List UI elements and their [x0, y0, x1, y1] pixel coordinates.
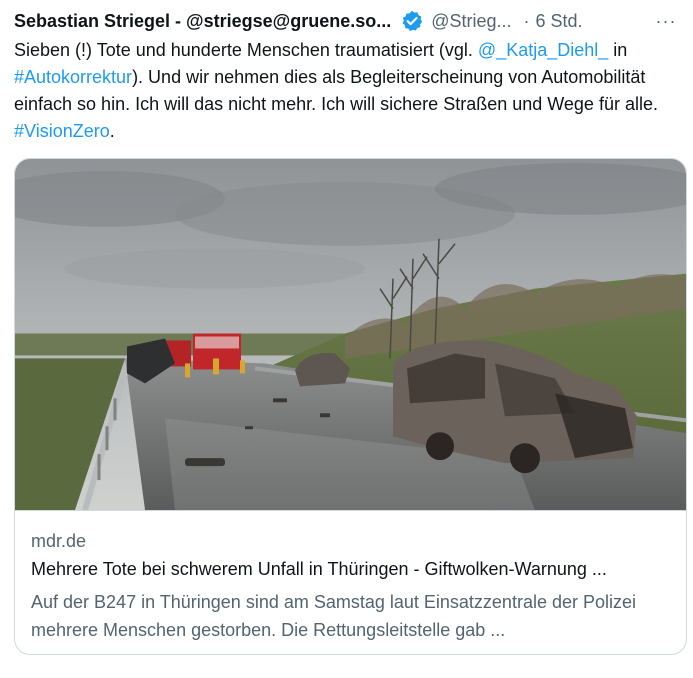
card-title[interactable]: Mehrere Tote bei schwerem Unfall in Thür… [31, 559, 671, 580]
link-card[interactable]: mdr.de Mehrere Tote bei schwerem Unfall … [14, 158, 687, 655]
tweet[interactable]: Sebastian Striegel - @striegse@gruene.so… [0, 0, 693, 678]
mention-link[interactable]: @_Katja_Diehl_ [478, 40, 608, 60]
card-domain[interactable]: mdr.de [31, 531, 86, 552]
author-handle[interactable]: @Strieg... [431, 11, 511, 32]
card-description: Auf der B247 in Thüringen sind am Samsta… [31, 592, 637, 640]
separator-dot: · [523, 10, 530, 31]
more-options-icon[interactable]: ··· [653, 9, 679, 33]
hashtag-link[interactable]: #VisionZero [14, 121, 110, 141]
hashtag-link[interactable]: #Autokorrektur [14, 67, 132, 87]
tweet-text-segment: . [109, 121, 115, 141]
tweet-header: Sebastian Striegel - @striegse@gruene.so… [14, 9, 679, 33]
tweet-text-segment: in [608, 40, 628, 60]
verified-badge-icon[interactable] [401, 10, 423, 32]
tweet-text-segment: Sieben (!) Tote und hunderte Menschen tr… [14, 40, 478, 60]
tweet-text: Sieben (!) Tote und hunderte Menschen tr… [14, 37, 682, 145]
article-image[interactable] [15, 159, 686, 511]
timestamp[interactable]: 6 Std. [536, 11, 583, 32]
author-name[interactable]: Sebastian Striegel - @striegse@gruene.so… [14, 11, 391, 32]
